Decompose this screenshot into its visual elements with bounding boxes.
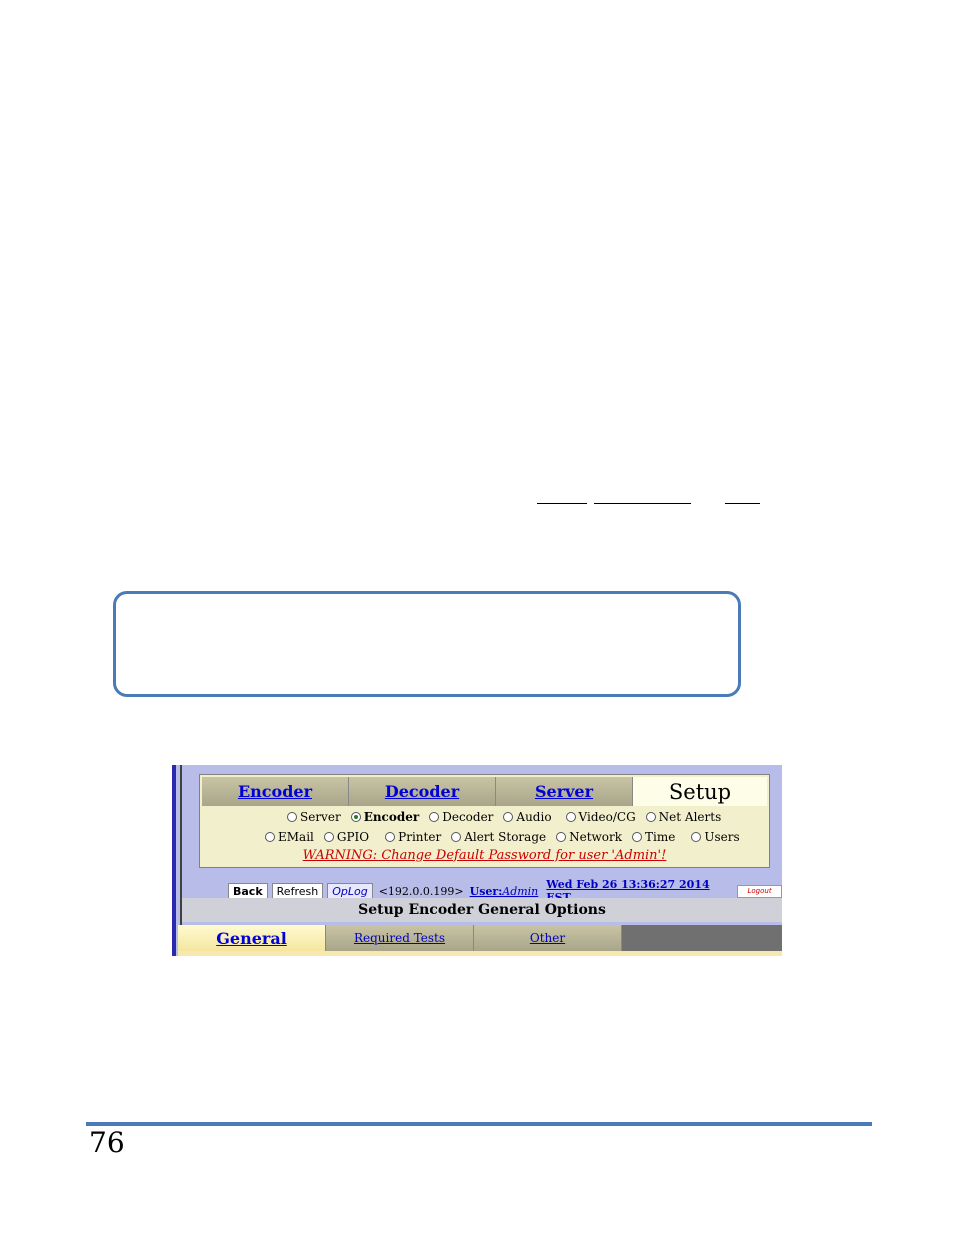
radio-users[interactable]: Users: [691, 830, 740, 844]
tab-decoder[interactable]: Decoder: [349, 777, 496, 806]
page-number: 76: [89, 1126, 125, 1159]
radio-label: Printer: [398, 830, 442, 844]
tab-setup[interactable]: Setup: [633, 777, 767, 806]
radio-label: GPIO: [336, 830, 370, 844]
user-prefix: User:: [469, 884, 503, 898]
underline-mark: [725, 503, 760, 504]
radio-circle-icon: [645, 812, 656, 822]
user-link[interactable]: User:Admin: [470, 885, 539, 898]
refresh-button[interactable]: Refresh: [271, 882, 324, 900]
setup-menu-panel: Encoder Decoder Server Setup Server Enco…: [199, 774, 770, 868]
radio-row-1: Server Encoder Decoder Audio Video/CG Ne…: [287, 810, 731, 824]
radio-label: Encoder: [363, 810, 420, 824]
page-subtitle: Setup Encoder General Options: [182, 898, 782, 922]
password-warning: WARNING: Change Default Password for use…: [302, 848, 667, 863]
radio-audio[interactable]: Audio: [503, 810, 552, 824]
radio-label: Audio: [516, 810, 552, 824]
radio-circle-icon: [565, 812, 576, 822]
radio-label: Alert Storage: [464, 830, 547, 844]
tab-encoder[interactable]: Encoder: [202, 777, 349, 806]
radio-server[interactable]: Server: [287, 810, 341, 824]
radio-label: Network: [569, 830, 623, 844]
sub-tabs: General Required Tests Other: [178, 925, 782, 951]
radio-circle-icon: [265, 832, 275, 842]
radio-video-cg[interactable]: Video/CG: [565, 810, 636, 824]
radio-label: Net Alerts: [658, 810, 722, 824]
oplog-button[interactable]: OpLog: [327, 882, 373, 900]
radio-row-2: EMail GPIO Printer Alert Storage Network…: [265, 830, 750, 844]
radio-circle-icon: [451, 832, 462, 842]
setup-screenshot: Encoder Decoder Server Setup Server Enco…: [172, 765, 782, 956]
radio-circle-icon: [429, 812, 440, 822]
underline-mark: [594, 503, 691, 504]
tab-required-tests[interactable]: Required Tests: [326, 925, 474, 951]
left-border: [172, 765, 176, 956]
radio-circle-icon: [323, 832, 334, 842]
footer-rule: [86, 1122, 872, 1126]
note-box: [113, 591, 741, 697]
radio-circle-icon: [287, 812, 297, 822]
underline-mark: [537, 503, 587, 504]
logout-button[interactable]: Logout: [737, 884, 782, 898]
radio-label: Time: [645, 830, 676, 844]
radio-time[interactable]: Time: [632, 830, 675, 844]
radio-circle-icon: [385, 832, 396, 842]
radio-encoder[interactable]: Encoder: [350, 810, 420, 824]
back-button[interactable]: Back: [228, 882, 268, 900]
radio-circle-icon: [632, 832, 643, 842]
radio-selected-icon: [350, 812, 361, 822]
user-name: Admin: [502, 884, 539, 898]
radio-net-alerts[interactable]: Net Alerts: [645, 810, 722, 824]
tab-general[interactable]: General: [178, 925, 326, 951]
radio-label: Decoder: [442, 810, 494, 824]
radio-network[interactable]: Network: [556, 830, 622, 844]
ip-address: <192.0.0.199>: [378, 884, 464, 898]
radio-label: EMail: [278, 830, 314, 844]
radio-gpio[interactable]: GPIO: [323, 830, 370, 844]
radio-circle-icon: [503, 812, 514, 822]
tab-server[interactable]: Server: [496, 777, 633, 806]
radio-circle-icon: [556, 832, 567, 842]
top-tabs: Encoder Decoder Server Setup: [202, 777, 767, 806]
radio-email[interactable]: EMail: [265, 830, 314, 844]
radio-printer[interactable]: Printer: [385, 830, 441, 844]
radio-alert-storage[interactable]: Alert Storage: [451, 830, 546, 844]
content-strip: [178, 951, 782, 956]
radio-label: Users: [704, 830, 740, 844]
radio-label: Video/CG: [578, 810, 636, 824]
radio-label: Server: [300, 810, 341, 824]
radio-circle-icon: [691, 832, 702, 842]
tab-other[interactable]: Other: [474, 925, 622, 951]
radio-decoder[interactable]: Decoder: [429, 810, 493, 824]
